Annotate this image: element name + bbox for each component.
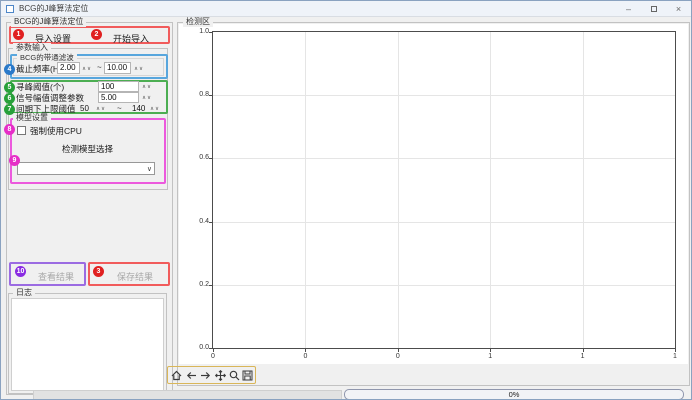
model-group-label: 模型设置 [13,113,51,123]
force-cpu-checkbox[interactable] [17,126,26,135]
home-icon[interactable] [170,369,183,382]
gridline-horizontal [213,95,675,96]
x-tick-mark [490,349,491,352]
x-tick-label: 0 [207,353,219,361]
force-cpu-label: 强制使用CPU [30,126,82,136]
window-controls: – × [616,1,691,16]
y-tick-label: 1.0 [194,28,209,36]
cutoff-low-spinner[interactable]: ∧∨ [82,65,92,73]
x-tick-mark [675,349,676,352]
cutoff-high-input[interactable]: 10.00 [104,62,131,74]
log-group-label: 日志 [13,288,35,298]
peak-threshold-label: 寻峰阈值(个) [16,82,64,92]
cutoff-low-input[interactable]: 2.00 [57,62,80,74]
interval-high-spinner[interactable]: ∧∨ [150,105,160,113]
window-title: BCG的J峰算法定位 [19,3,88,14]
spin-down-icon[interactable]: ∨ [101,106,106,112]
titlebar: BCG的J峰算法定位 – × [1,1,691,17]
badge-4: 4 [4,64,15,75]
amp-param-label: 信号幅值调整参数 [16,93,84,103]
x-tick-mark [305,349,306,352]
x-tick-label: 0 [392,353,404,361]
x-tick-mark [398,349,399,352]
x-tick-label: 1 [669,353,681,361]
chevron-down-icon: ∨ [147,165,152,173]
cutoff-high-spinner[interactable]: ∧∨ [134,65,144,73]
x-tick-mark [213,349,214,352]
back-icon[interactable] [185,369,198,382]
y-tick-mark [209,348,212,349]
y-tick-label: 0.0 [194,344,209,352]
gridline-vertical [583,32,584,348]
gridline-horizontal [213,222,675,223]
badge-1: 1 [13,29,24,40]
param-group-label: 参数输入 [13,43,51,53]
spin-down-icon[interactable]: ∨ [87,66,92,72]
peak-threshold-input[interactable]: 100 [98,81,139,92]
x-tick-mark [583,349,584,352]
gridline-vertical [398,32,399,348]
maximize-button[interactable] [641,1,666,16]
app-window: BCG的J峰算法定位 – × BCG的J峰算法定位 1 导入设置 2 开始导入 … [0,0,692,400]
view-results-button[interactable]: 查看结果 [32,269,80,284]
gridline-vertical [490,32,491,348]
x-tick-label: 0 [299,353,311,361]
interval-low-spinner[interactable]: ∧∨ [96,105,106,113]
model-combobox[interactable]: ∨ [17,162,155,175]
y-tick-mark [209,285,212,286]
y-tick-mark [209,95,212,96]
spin-down-icon[interactable]: ∨ [147,84,152,90]
zoom-icon[interactable] [228,369,241,382]
save-icon[interactable] [241,369,254,382]
y-tick-mark [209,32,212,33]
badge-3: 3 [93,266,104,277]
amp-param-input[interactable]: 5.00 [98,92,139,103]
axes[interactable]: 0001110.00.20.40.60.81.0 [212,31,676,349]
gridline-horizontal [213,158,675,159]
interval-low-input[interactable]: 50 [77,103,93,114]
main-group-label: BCG的J峰算法定位 [11,17,86,27]
interval-high-input[interactable]: 140 [129,103,148,114]
log-textbox[interactable] [11,298,164,391]
y-tick-mark [209,222,212,223]
y-tick-label: 0.2 [194,281,209,289]
badge-9: 9 [9,155,20,166]
save-results-button[interactable]: 保存结果 [111,269,159,284]
badge-5: 5 [4,82,15,93]
badge-7: 7 [4,104,15,115]
peak-threshold-spinner[interactable]: ∧∨ [142,83,152,91]
app-icon [6,5,14,13]
forward-icon[interactable] [199,369,212,382]
spin-down-icon[interactable]: ∨ [139,66,144,72]
gridline-vertical [305,32,306,348]
progress-label: 0% [509,390,520,399]
spin-down-icon[interactable]: ∨ [155,106,160,112]
detect-group-label: 检测区 [183,17,213,27]
badge-6: 6 [4,93,15,104]
x-tick-label: 1 [484,353,496,361]
spin-down-icon[interactable]: ∨ [147,95,152,101]
badge-2: 2 [91,29,102,40]
y-tick-mark [209,158,212,159]
cutoff-range-separator: ~ [97,63,102,72]
progress-bar: 0% [344,389,684,400]
y-tick-label: 0.4 [194,218,209,226]
status-strip [33,390,342,400]
close-button[interactable]: × [666,1,691,16]
badge-10: 10 [15,266,26,277]
y-tick-label: 0.8 [194,91,209,99]
x-tick-label: 1 [577,353,589,361]
pan-icon[interactable] [214,369,227,382]
interval-range-separator: ~ [117,104,122,113]
amp-param-spinner[interactable]: ∧∨ [142,94,152,102]
badge-8: 8 [4,124,15,135]
minimize-button[interactable]: – [616,1,641,16]
gridline-horizontal [213,285,675,286]
maximize-icon [651,6,657,12]
model-select-label: 检测模型选择 [62,144,113,154]
y-tick-label: 0.6 [194,154,209,162]
start-import-button[interactable]: 开始导入 [107,31,155,46]
